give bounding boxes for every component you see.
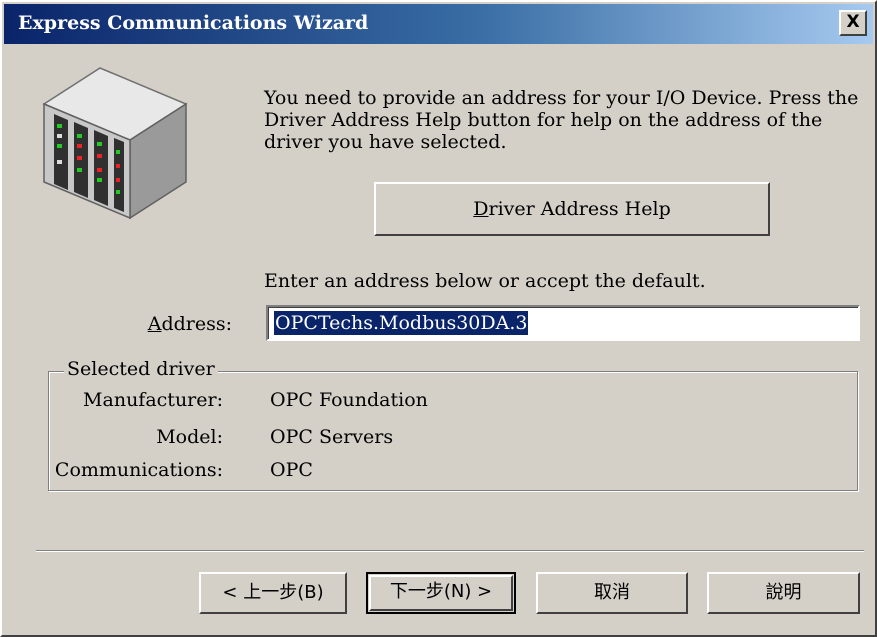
address-input[interactable]: OPCTechs.Modbus30DA.3 <box>266 305 860 341</box>
cancel-button[interactable]: 取消 <box>536 572 688 614</box>
communications-label: Communications: <box>54 459 223 481</box>
next-button-label: 下一步(N) > <box>369 575 513 611</box>
manufacturer-label: Manufacturer: <box>83 389 223 411</box>
help-button[interactable]: 說明 <box>707 572 860 614</box>
window-title: Express Communications Wizard <box>18 12 369 34</box>
close-icon: X <box>846 12 860 32</box>
server-rack-icon <box>42 67 188 220</box>
back-button[interactable]: < 上一步(B) <box>199 572 347 614</box>
address-label: Address: <box>142 313 232 335</box>
address-mnemonic: A <box>147 313 162 335</box>
driver-help-mnemonic: D <box>473 198 489 220</box>
manufacturer-value: OPC Foundation <box>270 389 428 411</box>
close-button[interactable]: X <box>839 10 867 36</box>
model-value: OPC Servers <box>270 426 394 448</box>
address-value: OPCTechs.Modbus30DA.3 <box>274 311 529 335</box>
intro-text: You need to provide an address for your … <box>264 87 859 153</box>
separator <box>36 550 864 552</box>
selected-driver-legend: Selected driver <box>64 358 218 380</box>
address-label-text: ddress: <box>161 313 232 335</box>
address-instruction: Enter an address below or accept the def… <box>264 270 706 292</box>
driver-help-label: river Address Help <box>488 198 671 220</box>
next-button[interactable]: 下一步(N) > <box>366 572 516 614</box>
model-label: Model: <box>156 426 223 448</box>
driver-address-help-button[interactable]: Driver Address Help <box>374 182 770 236</box>
wizard-window: Express Communications Wizard X You need… <box>0 0 877 637</box>
title-bar[interactable]: Express Communications Wizard X <box>4 4 873 44</box>
communications-value: OPC <box>270 459 313 481</box>
